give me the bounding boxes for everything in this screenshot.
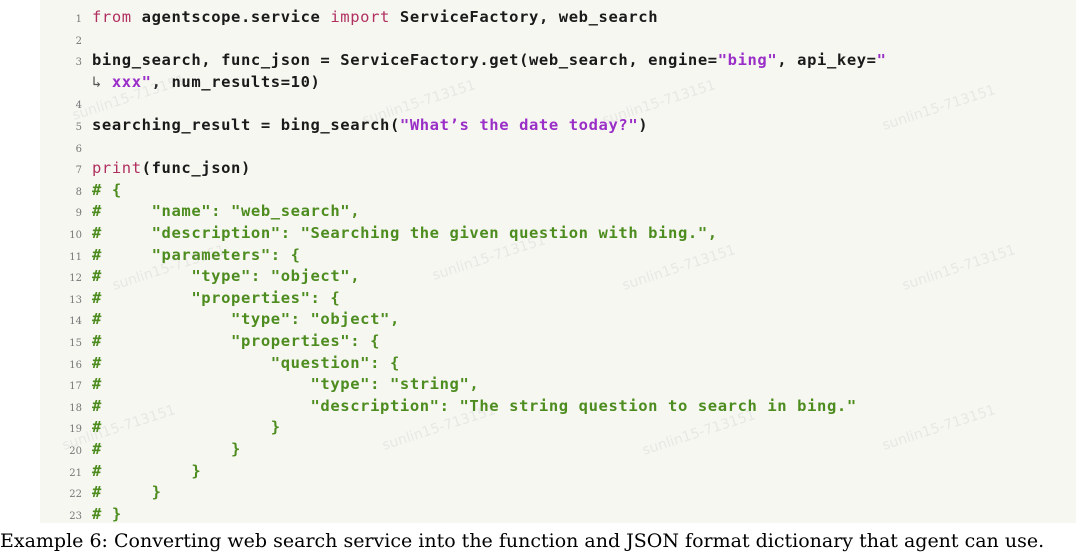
comment-text: # "type": "object", [92, 310, 400, 329]
comment-text: # "properties": { [92, 288, 341, 307]
code-line: 3 bing_search, func_json = ServiceFactory… [40, 49, 887, 71]
code-line: 17 # "type": "string", [40, 373, 479, 395]
code-line: 18 # "description": "The string question … [40, 395, 857, 417]
code-line: 10 # "description": "Searching the given … [40, 222, 718, 244]
keyword: print [92, 159, 142, 178]
comment-text: # { [92, 180, 122, 199]
comment-text: # } [92, 461, 202, 480]
comment-text: # "parameters": { [92, 245, 301, 264]
keyword: import [330, 8, 390, 26]
code-line: 9 # "name": "web_search", [40, 200, 360, 222]
code-text: , api_key= [777, 51, 877, 70]
code-line: 16 # "question": { [40, 352, 400, 374]
code-line: 8 # { [40, 179, 122, 201]
comment-text: # } [92, 504, 122, 523]
code-line: 11 # "parameters": { [40, 244, 301, 266]
code-line: 15 # "properties": { [40, 330, 380, 352]
code-line: 22 # } [40, 481, 162, 503]
comment-text: # "description": "Searching the given qu… [92, 224, 718, 242]
comment-text: # "question": { [92, 353, 400, 372]
line-wrap-icon: ↳ [92, 72, 112, 91]
comment-text: # "type": "object", [92, 267, 361, 286]
code-line: 6 [40, 136, 92, 158]
code-listing: 1 from agentscope.service import ServiceF… [40, 0, 1076, 523]
line-number: 23 [69, 510, 82, 522]
code-line: 2 [40, 28, 92, 50]
code-text: , num_results=10) [151, 72, 321, 91]
code-line: 12 # "type": "object", [40, 265, 360, 287]
comment-text: # "type": "string", [92, 375, 480, 394]
code-text: bing_search, func_json = ServiceFactory.… [92, 51, 718, 70]
comment-text: # } [92, 440, 241, 458]
code-text: ) [638, 116, 649, 134]
comment-text: # "properties": { [92, 332, 381, 350]
string-literal: "bing" [717, 51, 778, 70]
code-line: 4 [40, 92, 92, 114]
string-literal: xxx" [111, 72, 152, 91]
code-text: ServiceFactory, web_search [389, 8, 659, 26]
code-line: 1 from agentscope.service import ServiceF… [40, 6, 658, 28]
comment-text: # } [92, 483, 162, 502]
code-line: 7 print(func_json) [40, 157, 251, 179]
code-text: (func_json) [141, 159, 251, 178]
example-caption: Example 6: Converting web search service… [0, 530, 1045, 552]
code-line: 21 # } [40, 460, 201, 482]
code-line: 20 # } [40, 438, 241, 460]
code-line: 19 # } [40, 416, 281, 438]
code-line: 14 # "type": "object", [40, 308, 400, 330]
string-literal: "What’s the date today?" [399, 116, 639, 134]
code-line: 5 searching_result = bing_search("What’s … [40, 114, 648, 136]
code-text: searching_result = bing_search( [92, 116, 400, 134]
comment-text: # "name": "web_search", [92, 202, 361, 221]
code-line: ↳ xxx", num_results=10) [40, 71, 320, 93]
code-text: agentscope.service [131, 8, 331, 26]
comment-text: # } [92, 418, 281, 437]
string-literal: " [876, 51, 887, 70]
code-line: 23 # } [40, 503, 122, 525]
code-line: 13 # "properties": { [40, 287, 340, 309]
comment-text: # "description": "The string question to… [92, 396, 857, 415]
keyword: from [92, 8, 132, 26]
